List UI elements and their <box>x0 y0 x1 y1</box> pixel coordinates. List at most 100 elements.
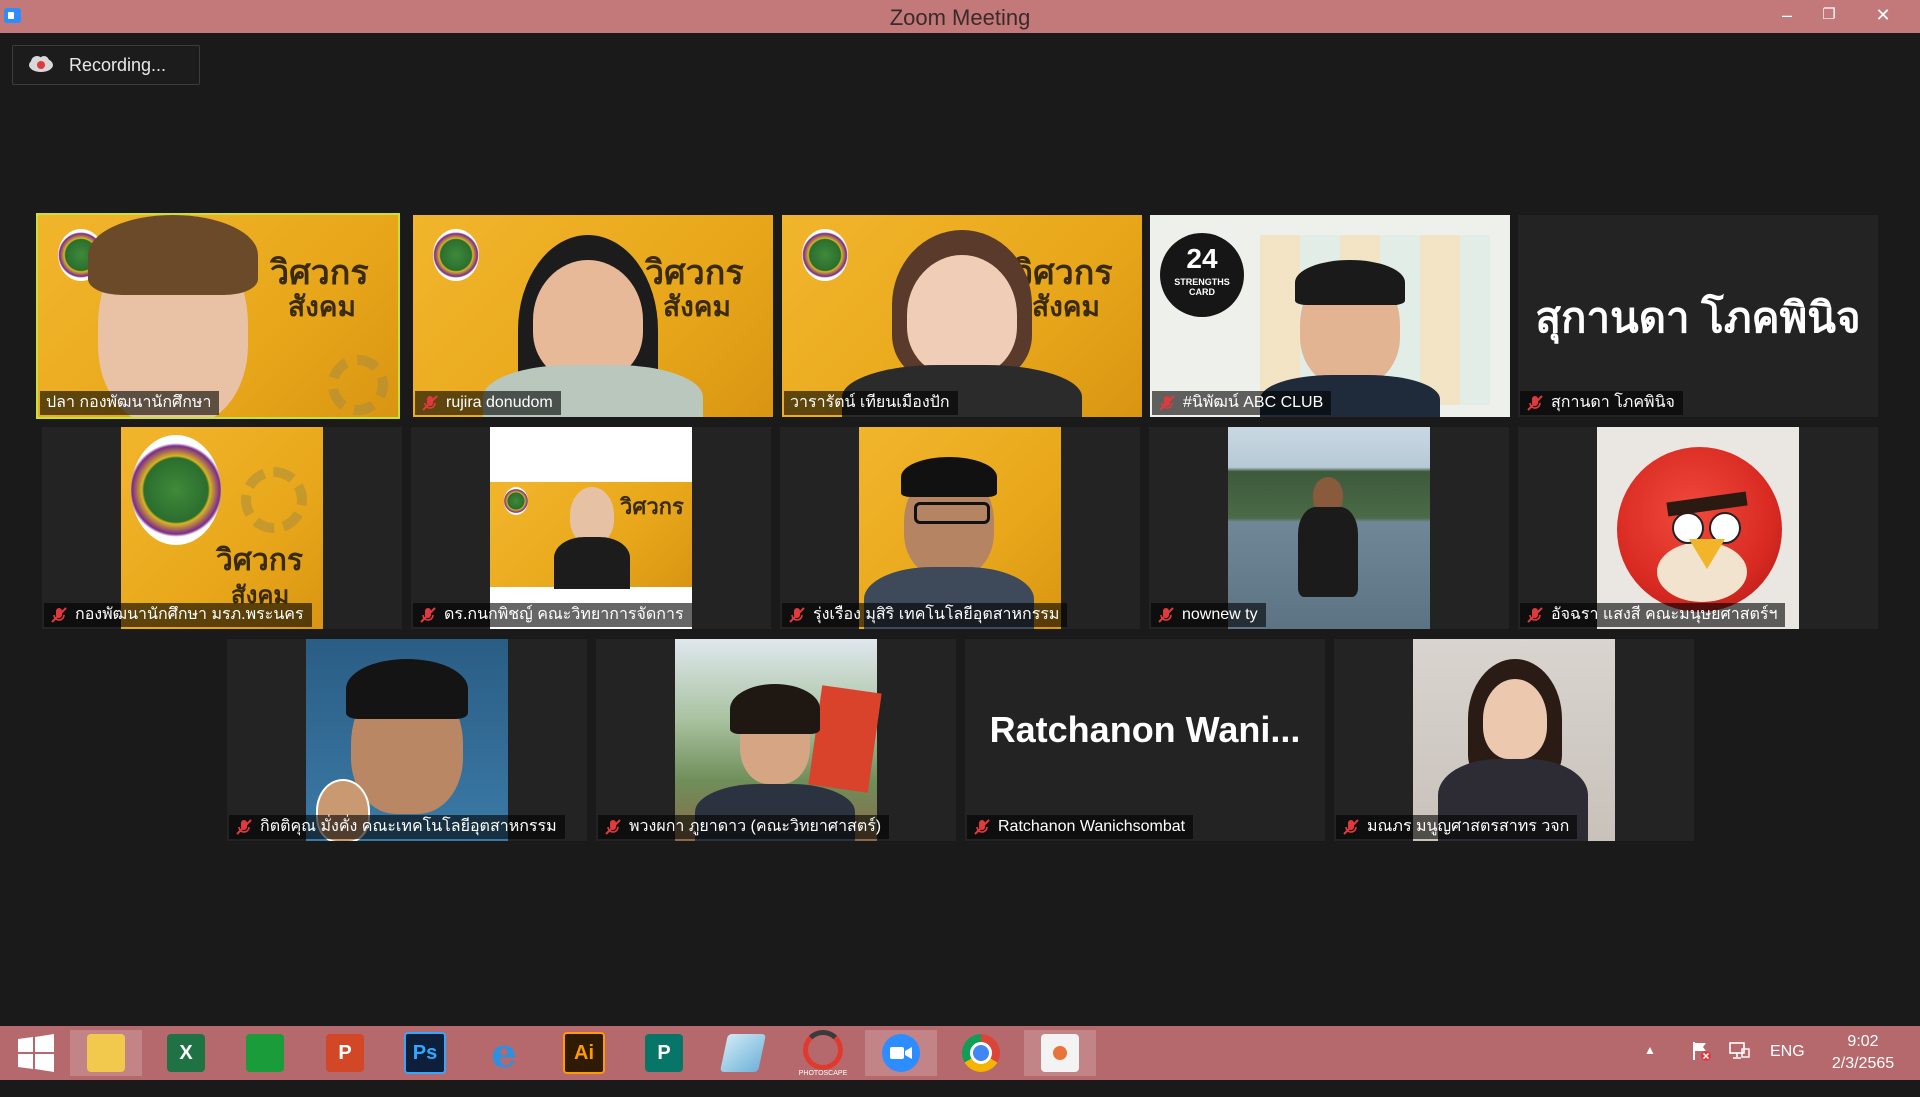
powerpoint-icon: P <box>326 1034 364 1072</box>
taskbar-file-explorer[interactable] <box>70 1030 142 1076</box>
face <box>533 260 643 380</box>
participant-video <box>907 255 1017 375</box>
taskbar-internet-explorer[interactable]: e <box>468 1029 540 1077</box>
participant-name-label: พวงผกา ภูยาดาว (คณะวิทยาศาสตร์) <box>598 815 890 839</box>
clock[interactable]: 9:02 2/3/2565 <box>1818 1031 1908 1085</box>
store-icon <box>246 1034 284 1072</box>
zoom-icon <box>882 1034 920 1072</box>
slide-subtitle: สังคม <box>288 290 356 323</box>
photoscape-button: PHOTOSCAPE <box>799 1029 847 1077</box>
start-icon <box>18 1034 54 1072</box>
participant-tile[interactable]: พวงผกา ภูยาดาว (คณะวิทยาศาสตร์) <box>596 639 956 841</box>
clock-time: 9:02 <box>1847 1033 1879 1050</box>
taskbar-photoshop[interactable]: Ps <box>389 1030 461 1076</box>
hair <box>730 684 820 734</box>
muted-mic-icon <box>1343 819 1359 835</box>
taskbar-notepad[interactable] <box>707 1030 779 1076</box>
slide-subtitle: สังคม <box>663 290 731 323</box>
window-title: Zoom Meeting <box>889 5 1031 30</box>
taskbar-photoscape[interactable]: PHOTOSCAPE <box>787 1029 859 1077</box>
angry-bird-avatar <box>1597 427 1799 629</box>
virtual-background: 24 STRENGTHS CARD <box>1150 215 1510 417</box>
excel-icon: X <box>167 1034 205 1072</box>
slide-subtitle: สังคม <box>1032 290 1100 323</box>
muted-mic-icon <box>789 607 805 623</box>
participant-name-label: สุกานดา โภคพินิจ <box>1520 391 1683 415</box>
participant-name-label: ดร.กนกพิชญ์ คณะวิทยาการจัดการ <box>413 603 692 627</box>
strengths-card-logo: 24 STRENGTHS CARD <box>1160 233 1244 317</box>
restore-button[interactable]: ❐ <box>1806 0 1852 33</box>
muted-mic-icon <box>1158 607 1174 623</box>
recording-indicator[interactable]: Recording... <box>12 45 200 85</box>
participant-tile[interactable]: Ratchanon Wani... Ratchanon Wanichsombat <box>965 639 1325 841</box>
taskbar-zoom[interactable] <box>865 1030 937 1076</box>
suit <box>554 537 630 589</box>
participant-tile[interactable]: nownew ty <box>1149 427 1509 629</box>
start-button[interactable] <box>0 1030 72 1076</box>
participant-display-name: สุกานดา โภคพินิจ <box>1535 294 1861 341</box>
participant-tile[interactable]: รุ่งเรือง มุสิริ เทคโนโลยีอุตสาหกรรม <box>780 427 1140 629</box>
participant-photo <box>675 639 882 841</box>
participant-photo: วิศวกร สังคม <box>121 427 323 629</box>
muted-mic-icon <box>420 607 436 623</box>
participant-tile[interactable]: 24 STRENGTHS CARD #นิพัฒน์ ABC CLUB <box>1150 215 1510 417</box>
participant-photo <box>1413 639 1615 841</box>
chrome-icon <box>962 1034 1000 1072</box>
participant-photo: วิศวกร <box>490 427 692 629</box>
taskbar-excel[interactable]: X <box>150 1030 222 1076</box>
muted-mic-icon <box>974 819 990 835</box>
participant-name-label: อัจฉรา แสงสี คณะมนุษยศาสตร์ฯ <box>1520 603 1786 627</box>
participant-tile[interactable]: วิศวกร ดร.กนกพิชญ์ คณะวิทยาการจัดการ <box>411 427 771 629</box>
virtual-background: วิศวกร สังคม <box>413 215 773 417</box>
participant-name-label: Ratchanon Wanichsombat <box>967 815 1194 839</box>
cloud-record-icon <box>29 56 53 72</box>
participant-tile[interactable]: กิตติคุณ มั่งคั่ง คณะเทคโนโลยีอุตสาหกรรม <box>227 639 587 841</box>
clock-date: 2/3/2565 <box>1831 1055 1895 1072</box>
muted-mic-icon <box>1159 395 1175 411</box>
participant-photo <box>859 427 1061 629</box>
participant-tile[interactable]: อัจฉรา แสงสี คณะมนุษยศาสตร์ฯ <box>1518 427 1878 629</box>
participant-name-label: มณภร มนูญศาสตรสาทร วจก <box>1336 815 1578 839</box>
hair <box>1295 260 1405 305</box>
muted-mic-icon <box>605 819 621 835</box>
virtual-background: วิศวกร สังคม <box>38 215 398 417</box>
taskbar-chrome[interactable] <box>945 1030 1017 1076</box>
participant-tile[interactable]: วิศวกร สังคม กองพัฒนานักศึกษา มรภ.พระนคร <box>42 427 402 629</box>
paint-icon <box>1041 1034 1079 1072</box>
show-hidden-icons-button[interactable]: ▲ <box>1644 1043 1656 1097</box>
minimize-button[interactable]: – <box>1764 0 1810 33</box>
participant-tile[interactable]: สุกานดา โภคพินิจ สุกานดา โภคพินิจ <box>1518 215 1878 417</box>
participant-name-label: กิตติคุณ มั่งคั่ง คณะเทคโนโลยีอุตสาหกรรม <box>229 815 565 839</box>
muted-mic-icon <box>422 395 438 411</box>
taskbar-paint[interactable] <box>1024 1030 1096 1076</box>
close-button[interactable]: ✕ <box>1860 0 1906 33</box>
participant-name-label: วารารัตน์ เทียนเมืองปัก <box>784 391 958 415</box>
publisher-icon: P <box>645 1034 683 1072</box>
participant-tile[interactable]: วิศวกร สังคม ปลา กองพัฒนานักศึกษา <box>36 213 400 419</box>
photoshop-icon: Ps <box>404 1032 446 1074</box>
muted-mic-icon <box>236 819 252 835</box>
shirt <box>1298 507 1358 597</box>
taskbar-publisher[interactable]: P <box>628 1030 700 1076</box>
file-explorer-icon <box>87 1034 125 1072</box>
muted-mic-icon <box>1527 607 1543 623</box>
participant-tile[interactable]: มณภร มนูญศาสตรสาทร วจก <box>1334 639 1694 841</box>
input-language-indicator[interactable]: ENG <box>1770 1043 1805 1097</box>
taskbar-powerpoint[interactable]: P <box>309 1030 381 1076</box>
action-center-flag-icon[interactable] <box>1690 1040 1712 1094</box>
hair <box>346 659 468 719</box>
participant-tile[interactable]: วิศวกร สังคม วารารัตน์ เทียนเมืองปัก <box>782 215 1142 417</box>
participant-name-label: กองพัฒนานักศึกษา มรภ.พระนคร <box>44 603 312 627</box>
university-seal <box>433 229 479 281</box>
illustrator-icon: Ai <box>563 1032 605 1074</box>
taskbar-store[interactable] <box>229 1030 301 1076</box>
network-icon[interactable] <box>1728 1041 1750 1095</box>
participant-name-label: ปลา กองพัฒนานักศึกษา <box>40 391 220 415</box>
taskbar-illustrator[interactable]: Ai <box>548 1030 620 1076</box>
title-bar: Zoom Meeting – ❐ ✕ <box>0 0 1920 33</box>
internet-explorer-icon: e <box>491 1029 517 1077</box>
participant-tile[interactable]: วิศวกร สังคม rujira donudom <box>413 215 773 417</box>
notepad-icon <box>719 1034 767 1072</box>
recording-label: Recording... <box>69 55 167 75</box>
virtual-background: วิศวกร สังคม <box>782 215 1142 417</box>
